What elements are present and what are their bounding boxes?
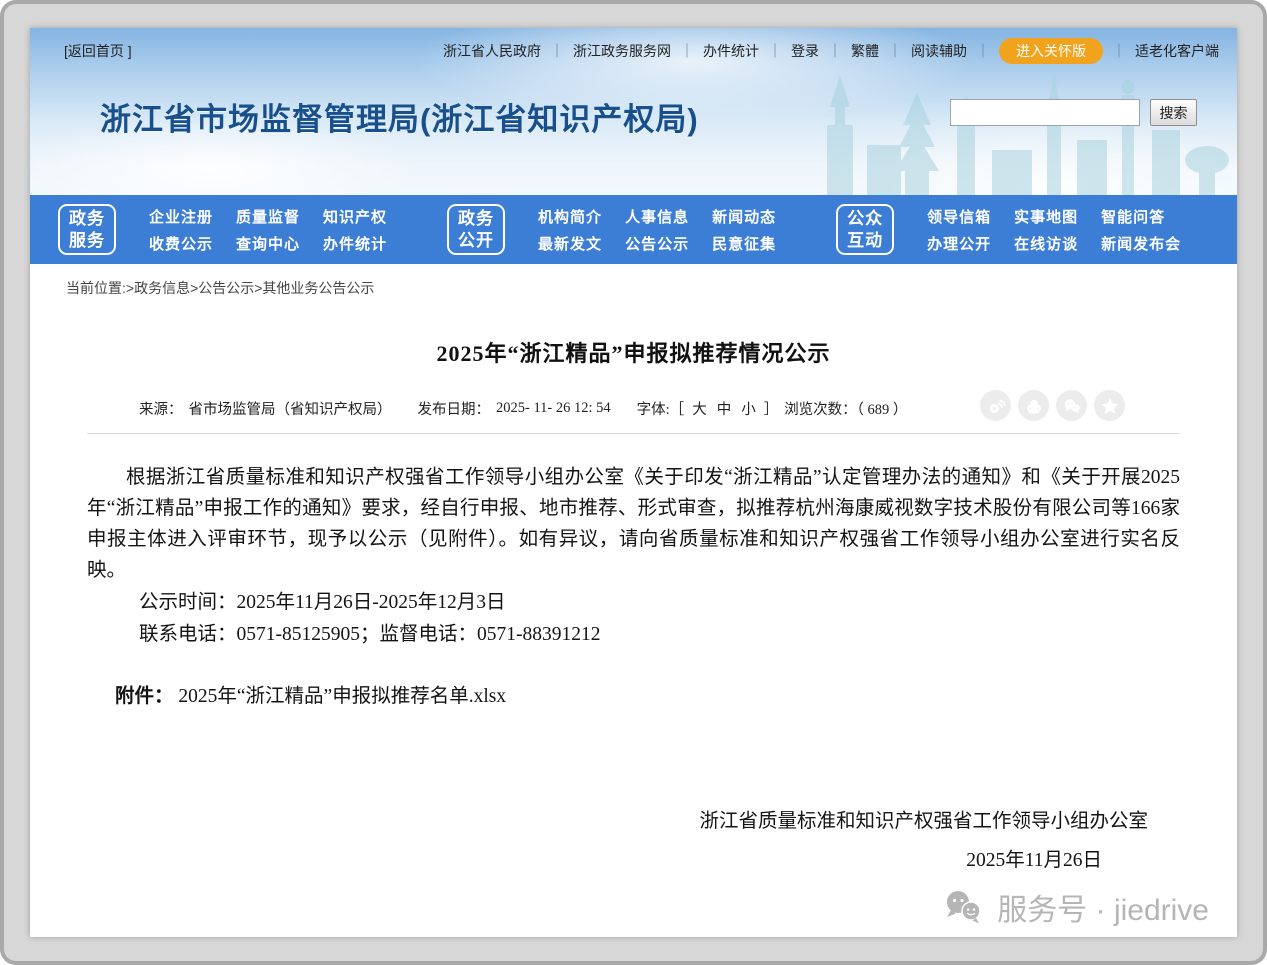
meta-divider: [87, 433, 1180, 434]
nav-link-handling-disclosure[interactable]: 办理公开: [927, 233, 991, 254]
nav-box-label: 服务: [69, 230, 105, 251]
separator: ｜: [550, 41, 564, 61]
source-value: 省市场监管局（省知识产权局）: [189, 398, 392, 419]
nav-link-announcements[interactable]: 公告公示: [625, 233, 689, 254]
contact-line: 联系电话：0571-85125905；监督电话：0571-88391212: [87, 619, 1180, 650]
search-button[interactable]: 搜索: [1150, 99, 1197, 126]
publish-date-value: 2025- 11- 26 12: 54: [496, 400, 611, 417]
nav-link-latest-documents[interactable]: 最新发文: [538, 233, 602, 254]
topbar-links: 浙江省人民政府 ｜ 浙江政务服务网 ｜ 办件统计 ｜ 登录 ｜ 繁體 ｜ 阅读辅…: [443, 38, 1219, 64]
share-wechat-icon[interactable]: [1056, 390, 1087, 421]
login-link[interactable]: 登录: [791, 41, 819, 61]
signature-org: 浙江省质量标准和知识产权强省工作领导小组办公室: [87, 804, 1180, 833]
nav-link-fee-disclosure[interactable]: 收费公示: [149, 233, 213, 254]
article: 2025年“浙江精品”申报拟推荐情况公示 来源： 省市场监管局（省知识产权局） …: [30, 308, 1237, 872]
topbar-link-gov[interactable]: 浙江省人民政府: [443, 41, 541, 61]
separator: ｜: [888, 41, 902, 61]
article-body: 根据浙江省质量标准和知识产权强省工作领导小组办公室《关于印发“浙江精品”认定管理…: [87, 462, 1180, 712]
home-link[interactable]: [返回首页 ]: [64, 41, 132, 61]
share-weibo-icon[interactable]: [980, 390, 1011, 421]
publish-date-label: 发布日期：: [418, 398, 491, 419]
share-qzone-icon[interactable]: [1094, 390, 1125, 421]
nav-link-online-interview[interactable]: 在线访谈: [1014, 233, 1078, 254]
main-nav: 政务 服务 企业注册 质量监督 知识产权 收费公示 查询中心 办件统计: [30, 195, 1237, 264]
nav-link-case-statistics[interactable]: 办件统计: [323, 233, 387, 254]
nav-link-press-conference[interactable]: 新闻发布会: [1101, 233, 1181, 254]
elder-client-link[interactable]: 适老化客户端: [1135, 41, 1219, 61]
nav-box-label: 政务: [458, 208, 494, 229]
traditional-chinese-link[interactable]: 繁體: [851, 41, 879, 61]
separator: ｜: [680, 41, 694, 61]
search-area: 搜索: [950, 99, 1197, 126]
article-meta: 来源： 省市场监管局（省知识产权局） 发布日期： 2025- 11- 26 12…: [87, 398, 1180, 419]
browser-frame: [返回首页 ] 浙江省人民政府 ｜ 浙江政务服务网 ｜ 办件统计 ｜ 登录 ｜ …: [0, 0, 1267, 965]
separator: ｜: [1112, 41, 1126, 61]
nav-box-government-services[interactable]: 政务 服务: [58, 204, 116, 255]
attachment-file-link[interactable]: 2025年“浙江精品”申报拟推荐名单.xlsx: [178, 686, 506, 707]
nav-box-label: 政务: [69, 208, 105, 229]
nav-link-enterprise-registration[interactable]: 企业注册: [149, 206, 213, 227]
share-qq-icon[interactable]: [1018, 390, 1049, 421]
font-size-medium-button[interactable]: 中: [715, 398, 734, 419]
nav-group-services: 政务 服务 企业注册 质量监督 知识产权 收费公示 查询中心 办件统计: [58, 204, 387, 255]
share-icons: [980, 390, 1125, 421]
source-label: 来源：: [139, 398, 183, 419]
font-size-small-button[interactable]: 小: [739, 398, 758, 419]
banner: 浙江省市场监督管理局(浙江省知识产权局) 搜索: [30, 64, 1237, 139]
nav-box-public-interaction[interactable]: 公众 互动: [836, 204, 894, 255]
nav-link-public-opinion[interactable]: 民意征集: [712, 233, 776, 254]
nav-link-query-center[interactable]: 查询中心: [236, 233, 300, 254]
signature-date: 2025年11月26日: [87, 843, 1180, 872]
nav-link-intellectual-property[interactable]: 知识产权: [323, 206, 387, 227]
nav-link-smart-qa[interactable]: 智能问答: [1101, 206, 1165, 227]
site-title: 浙江省市场监督管理局(浙江省知识产权局): [100, 94, 699, 139]
page-title: 2025年“浙江精品”申报拟推荐情况公示: [87, 336, 1180, 368]
search-input[interactable]: [950, 99, 1140, 126]
font-size-suffix: ］: [764, 398, 779, 419]
watermark: 服务号 · jiedrive: [941, 885, 1209, 929]
signature-block: 浙江省质量标准和知识产权强省工作领导小组办公室 2025年11月26日: [87, 804, 1180, 872]
view-count: 浏览次数：（ 689 ）: [784, 398, 907, 419]
wechat-service-icon: [941, 889, 985, 925]
nav-box-label: 公众: [847, 208, 883, 229]
nav-links: 领导信箱 实事地图 智能问答 办理公开 在线访谈 新闻发布会: [927, 206, 1181, 254]
topbar-link-stats[interactable]: 办件统计: [703, 41, 759, 61]
show-time-line: 公示时间：2025年11月26日-2025年12月3日: [87, 587, 1180, 618]
separator: ｜: [828, 41, 842, 61]
nav-link-facts-map[interactable]: 实事地图: [1014, 206, 1078, 227]
page: [返回首页 ] 浙江省人民政府 ｜ 浙江政务服务网 ｜ 办件统计 ｜ 登录 ｜ …: [30, 28, 1237, 937]
reading-aid-link[interactable]: 阅读辅助: [911, 41, 967, 61]
attachment-label: 附件：: [115, 686, 174, 707]
nav-link-personnel-info[interactable]: 人事信息: [625, 206, 689, 227]
nav-box-government-disclosure[interactable]: 政务 公开: [447, 204, 505, 255]
nav-group-disclosure: 政务 公开 机构简介 人事信息 新闻动态 最新发文 公告公示 民意征集: [447, 204, 776, 255]
nav-group-interaction: 公众 互动 领导信箱 实事地图 智能问答 办理公开 在线访谈 新闻发布会: [836, 204, 1181, 255]
nav-link-news[interactable]: 新闻动态: [712, 206, 776, 227]
separator: ｜: [976, 41, 990, 61]
font-size-large-button[interactable]: 大: [690, 398, 709, 419]
font-size-prefix: 字体:［: [637, 398, 685, 419]
paragraph-main: 根据浙江省质量标准和知识产权强省工作领导小组办公室《关于印发“浙江精品”认定管理…: [87, 462, 1180, 586]
nav-box-label: 互动: [847, 230, 883, 251]
site-header: [返回首页 ] 浙江省人民政府 ｜ 浙江政务服务网 ｜ 办件统计 ｜ 登录 ｜ …: [30, 28, 1237, 195]
separator: ｜: [768, 41, 782, 61]
topbar: [返回首页 ] 浙江省人民政府 ｜ 浙江政务服务网 ｜ 办件统计 ｜ 登录 ｜ …: [30, 28, 1237, 64]
attachment-line: 附件： 2025年“浙江精品”申报拟推荐名单.xlsx: [87, 681, 1180, 712]
nav-link-leader-mailbox[interactable]: 领导信箱: [927, 206, 991, 227]
breadcrumb: 当前位置:>政务信息>公告公示>其他业务公告公示: [30, 264, 1237, 308]
watermark-text: 服务号 · jiedrive: [997, 885, 1209, 929]
topbar-link-service-net[interactable]: 浙江政务服务网: [573, 41, 671, 61]
nav-link-quality-supervision[interactable]: 质量监督: [236, 206, 300, 227]
nav-link-agency-intro[interactable]: 机构简介: [538, 206, 602, 227]
nav-links: 机构简介 人事信息 新闻动态 最新发文 公告公示 民意征集: [538, 206, 776, 254]
nav-links: 企业注册 质量监督 知识产权 收费公示 查询中心 办件统计: [149, 206, 387, 254]
care-version-button[interactable]: 进入关怀版: [999, 38, 1103, 64]
nav-box-label: 公开: [458, 230, 494, 251]
